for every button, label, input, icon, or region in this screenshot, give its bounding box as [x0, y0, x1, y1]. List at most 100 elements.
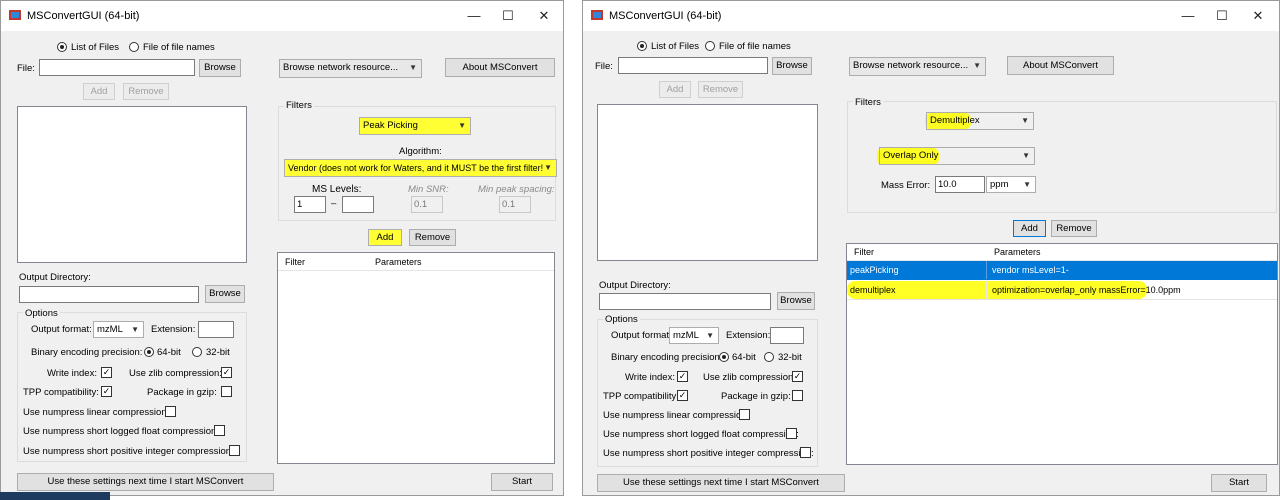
minimize-icon[interactable]: —	[459, 6, 489, 26]
radio-file-of-file-names[interactable]	[129, 42, 139, 52]
use-settings-button[interactable]: Use these settings next time I start MSC…	[597, 474, 845, 492]
numpress-pic-checkbox[interactable]	[229, 445, 240, 456]
browse-network-combo[interactable]: Browse network resource... ▼	[279, 59, 422, 78]
add-file-button[interactable]: Add	[83, 83, 115, 100]
tpp-checkbox[interactable]: ✓	[101, 386, 112, 397]
file-input[interactable]	[618, 57, 768, 74]
numpress-linear-checkbox[interactable]	[739, 409, 750, 420]
minimize-icon[interactable]: —	[1173, 6, 1203, 26]
column-header-parameters[interactable]: Parameters	[372, 253, 532, 271]
numpress-pic-label: Use numpress short positive integer comp…	[23, 446, 234, 457]
extension-label: Extension:	[726, 330, 771, 341]
filter-grid[interactable]: Filter Parameters peakPicking vendor msL…	[846, 243, 1278, 465]
browse-button[interactable]: Browse	[199, 59, 241, 77]
table-row[interactable]: demultiplex optimization=overlap_only ma…	[847, 281, 1277, 300]
browse-network-label: Browse network resource...	[853, 60, 969, 71]
radio-file-of-file-names-label: File of file names	[719, 41, 791, 52]
about-msconvert-button[interactable]: About MSConvert	[1007, 56, 1114, 75]
add-file-button[interactable]: Add	[659, 81, 691, 98]
extension-input[interactable]	[198, 321, 234, 338]
output-format-combo[interactable]: mzML ▼	[669, 327, 719, 344]
chevron-down-icon: ▼	[409, 63, 417, 72]
add-filter-button[interactable]: Add	[368, 229, 402, 246]
gzip-checkbox[interactable]	[792, 390, 803, 401]
mass-error-unit-combo[interactable]: ppm ▼	[986, 176, 1036, 193]
radio-list-of-files[interactable]	[637, 41, 647, 51]
ms-level-from-input[interactable]: 1	[294, 196, 326, 213]
radio-32-bit[interactable]	[764, 352, 774, 362]
maximize-icon[interactable]: ☐	[1207, 6, 1237, 26]
start-button[interactable]: Start	[491, 473, 553, 491]
min-snr-input[interactable]: 0.1	[411, 196, 443, 213]
algorithm-combo[interactable]: Vendor (does not work for Waters, and it…	[284, 159, 557, 177]
ms-level-to-input[interactable]	[342, 196, 374, 213]
zlib-checkbox[interactable]: ✓	[221, 367, 232, 378]
output-directory-label: Output Directory:	[599, 280, 671, 291]
write-index-checkbox[interactable]: ✓	[677, 371, 688, 382]
zlib-checkbox[interactable]: ✓	[792, 371, 803, 382]
browse-button[interactable]: Browse	[772, 57, 812, 75]
browse-network-combo[interactable]: Browse network resource... ▼	[849, 57, 986, 76]
min-peak-spacing-label: Min peak spacing:	[478, 184, 555, 195]
add-filter-button[interactable]: Add	[1013, 220, 1046, 237]
radio-64-bit-label: 64-bit	[732, 352, 756, 363]
column-header-filter[interactable]: Filter	[282, 253, 362, 271]
output-format-combo[interactable]: mzML ▼	[93, 321, 144, 338]
radio-file-of-file-names[interactable]	[705, 41, 715, 51]
file-label: File:	[595, 61, 613, 72]
left-msconvert-window: MSConvertGUI (64-bit) — ☐ ✕ List of File…	[0, 0, 564, 496]
file-list[interactable]	[17, 106, 247, 263]
write-index-checkbox[interactable]: ✓	[101, 367, 112, 378]
table-cell-filter: demultiplex	[847, 281, 987, 299]
remove-filter-button[interactable]: Remove	[1051, 220, 1097, 237]
column-header-filter[interactable]: Filter	[851, 243, 981, 261]
output-browse-button[interactable]: Browse	[205, 285, 245, 303]
min-peak-spacing-input[interactable]: 0.1	[499, 196, 531, 213]
remove-file-button[interactable]: Remove	[123, 83, 169, 100]
remove-filter-button[interactable]: Remove	[409, 229, 456, 246]
numpress-linear-checkbox[interactable]	[165, 406, 176, 417]
numpress-slof-label: Use numpress short logged float compress…	[603, 429, 799, 440]
optimization-combo[interactable]: Overlap Only ▼	[879, 147, 1035, 165]
radio-64-bit[interactable]	[719, 352, 729, 362]
mass-error-unit: ppm	[990, 179, 1009, 190]
column-header-parameters[interactable]: Parameters	[991, 243, 1191, 261]
gzip-checkbox[interactable]	[221, 386, 232, 397]
close-icon[interactable]: ✕	[529, 6, 559, 26]
radio-32-bit[interactable]	[192, 347, 202, 357]
output-directory-input[interactable]	[599, 293, 771, 310]
app-icon	[591, 10, 603, 20]
filter-grid-header: Filter Parameters	[847, 244, 1277, 261]
filter-type-label: Demultiplex	[930, 115, 980, 126]
radio-64-bit[interactable]	[144, 347, 154, 357]
numpress-slof-checkbox[interactable]	[214, 425, 225, 436]
checkmark-icon: ✓	[678, 371, 687, 381]
window-title: MSConvertGUI (64-bit)	[27, 10, 140, 22]
filter-type-combo[interactable]: Peak Picking ▼	[359, 117, 471, 135]
file-input[interactable]	[39, 59, 195, 76]
file-list[interactable]	[597, 104, 818, 261]
write-index-label: Write index:	[47, 368, 97, 379]
use-settings-button[interactable]: Use these settings next time I start MSC…	[17, 473, 274, 491]
output-directory-input[interactable]	[19, 286, 199, 303]
precision-label: Binary encoding precision:	[611, 352, 723, 363]
filter-grid-header: Filter Parameters	[278, 253, 554, 271]
about-msconvert-button[interactable]: About MSConvert	[445, 58, 555, 77]
remove-file-button[interactable]: Remove	[698, 81, 743, 98]
tpp-checkbox[interactable]: ✓	[677, 390, 688, 401]
table-row[interactable]: peakPicking vendor msLevel=1-	[847, 261, 1277, 280]
optimization-value: Overlap Only	[883, 150, 939, 161]
start-button[interactable]: Start	[1211, 474, 1267, 492]
checkmark-icon: ✓	[678, 390, 687, 400]
maximize-icon[interactable]: ☐	[493, 6, 523, 26]
radio-list-of-files[interactable]	[57, 42, 67, 52]
filter-grid[interactable]: Filter Parameters	[277, 252, 555, 464]
output-browse-button[interactable]: Browse	[777, 292, 815, 310]
filter-type-combo[interactable]: Demultiplex ▼	[926, 112, 1034, 130]
numpress-pic-checkbox[interactable]	[800, 447, 811, 458]
extension-input[interactable]	[770, 327, 804, 344]
close-icon[interactable]: ✕	[1243, 6, 1273, 26]
checkmark-icon: ✓	[222, 367, 231, 377]
mass-error-input[interactable]: 10.0	[935, 176, 985, 193]
numpress-slof-checkbox[interactable]	[786, 428, 797, 439]
